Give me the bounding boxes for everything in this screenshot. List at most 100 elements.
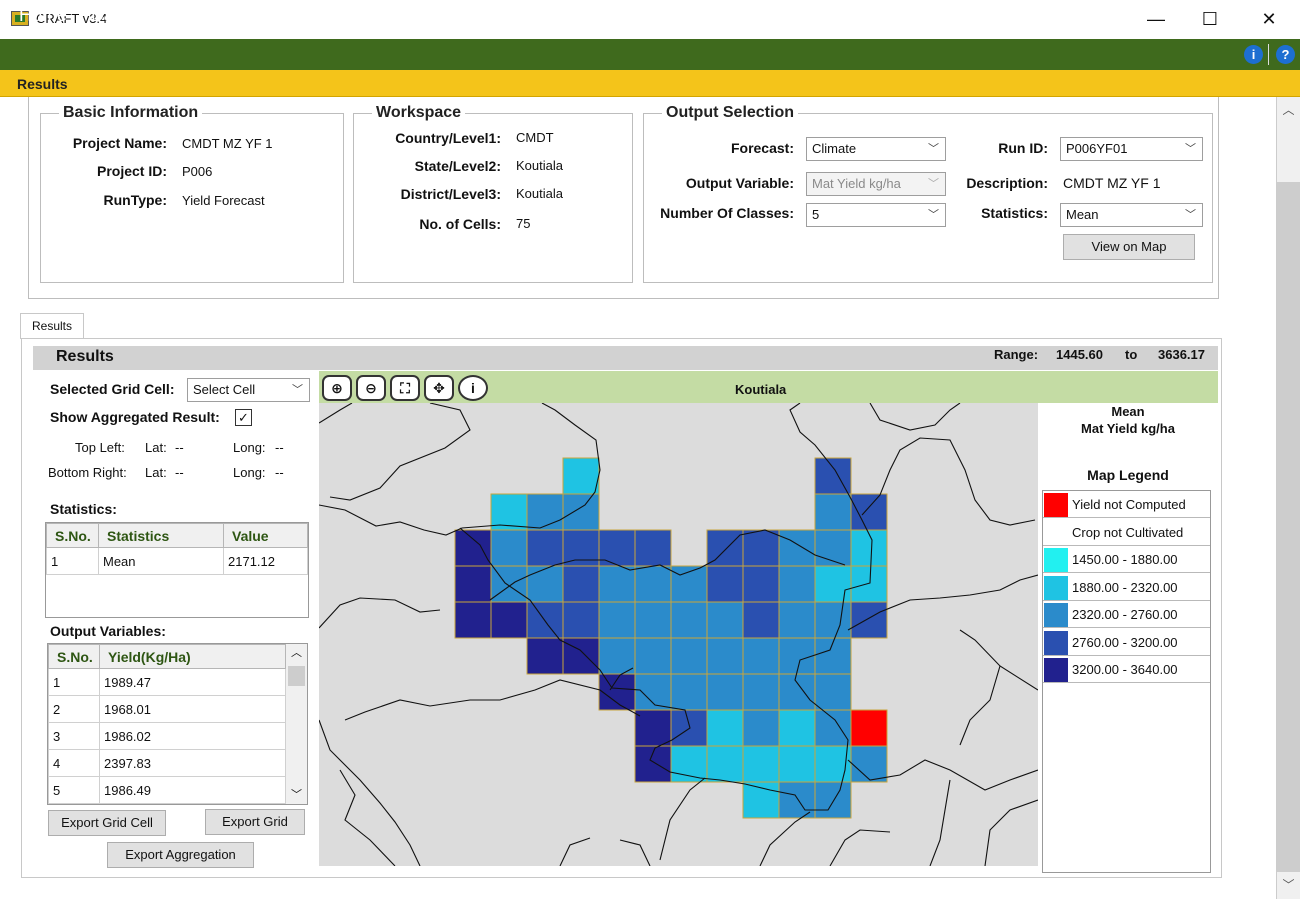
pan-icon[interactable]: ✥ (424, 375, 454, 401)
close-button[interactable]: ✕ (1240, 0, 1298, 39)
map-cell[interactable] (814, 673, 852, 711)
map-cell[interactable] (850, 529, 888, 567)
map-cell[interactable] (850, 565, 888, 603)
map-cell[interactable] (562, 529, 600, 567)
map-cell[interactable] (814, 781, 852, 819)
menu-results[interactable]: Results (515, 5, 575, 26)
map-cell[interactable] (670, 601, 708, 639)
menu-project[interactable]: Project ▼ (303, 5, 376, 26)
view-on-map-button[interactable]: View on Map (1063, 234, 1195, 260)
map-cell[interactable] (562, 565, 600, 603)
map-canvas[interactable] (319, 403, 1038, 866)
map-cell[interactable] (490, 601, 528, 639)
map-cell[interactable] (742, 745, 780, 783)
map-cell[interactable] (850, 493, 888, 531)
map-cell[interactable] (454, 565, 492, 603)
map-cell[interactable] (706, 565, 744, 603)
map-cell[interactable] (814, 565, 852, 603)
map-cell[interactable] (706, 745, 744, 783)
map-cell[interactable] (454, 601, 492, 639)
map-cell[interactable] (850, 601, 888, 639)
forecast-select[interactable]: Climate ﹀ (806, 137, 946, 161)
map-cell[interactable] (562, 637, 600, 675)
export-grid-button[interactable]: Export Grid (205, 809, 305, 835)
map-cell[interactable] (634, 565, 672, 603)
classes-select[interactable]: 5 ﹀ (806, 203, 946, 227)
map-cell[interactable] (778, 709, 816, 747)
map-cell[interactable] (814, 493, 852, 531)
statistics-select[interactable]: Mean ﹀ (1060, 203, 1203, 227)
map-cell[interactable] (634, 601, 672, 639)
maximize-button[interactable]: ☐ (1181, 0, 1239, 39)
map-cell[interactable] (742, 709, 780, 747)
menu-home[interactable]: Home (19, 5, 67, 26)
map-cell[interactable] (706, 673, 744, 711)
runid-select[interactable]: P006YF01 ﹀ (1060, 137, 1203, 161)
map-cell[interactable] (598, 637, 636, 675)
map-cell[interactable] (598, 529, 636, 567)
map-cell[interactable] (778, 529, 816, 567)
zoom-in-icon[interactable]: ⊕ (322, 375, 352, 401)
tab-results[interactable]: Results (20, 313, 84, 339)
map-cell[interactable] (706, 601, 744, 639)
map-cell[interactable] (706, 637, 744, 675)
table-row[interactable]: 4 2397.83 (48, 749, 286, 777)
map-cell[interactable] (562, 493, 600, 531)
map-cell[interactable] (742, 601, 780, 639)
scroll-up-icon[interactable]: ︿ (1277, 101, 1300, 121)
map-cell[interactable] (634, 529, 672, 567)
table-row[interactable]: 1 Mean 2171.12 (46, 547, 308, 575)
map-cell[interactable] (670, 745, 708, 783)
map-cell[interactable] (490, 493, 528, 531)
scrollbar-thumb[interactable] (288, 666, 305, 686)
table-row[interactable]: 3 1986.02 (48, 722, 286, 750)
map-cell[interactable] (778, 601, 816, 639)
map-cell[interactable] (778, 637, 816, 675)
map-cell[interactable] (634, 637, 672, 675)
map-cell[interactable] (526, 637, 564, 675)
map-cell[interactable] (670, 673, 708, 711)
show-aggregated-checkbox[interactable]: ✓ (235, 409, 252, 426)
map-cell[interactable] (814, 709, 852, 747)
scroll-down-icon[interactable]: ﹀ (286, 786, 307, 804)
map-cell[interactable] (490, 529, 528, 567)
map-cell[interactable] (778, 745, 816, 783)
info-icon[interactable]: i (458, 375, 488, 401)
table-row[interactable]: 1 1989.47 (48, 668, 286, 696)
menu-configuration[interactable]: Configuration ▼ (600, 5, 724, 26)
table-row[interactable]: 2 1968.01 (48, 695, 286, 723)
scroll-down-icon[interactable]: ﹀ (1277, 876, 1300, 896)
map-cell[interactable] (778, 673, 816, 711)
scrollbar-thumb[interactable] (1277, 182, 1300, 872)
export-aggregation-button[interactable]: Export Aggregation (107, 842, 254, 868)
map-cell[interactable] (526, 529, 564, 567)
map-cell[interactable] (598, 565, 636, 603)
menu-simulation[interactable]: Simulation ▼ (394, 5, 495, 26)
map-cell[interactable] (706, 529, 744, 567)
output-variable-select[interactable]: Mat Yield kg/ha ﹀ (806, 172, 946, 196)
map-cell[interactable] (634, 673, 672, 711)
map-cell[interactable] (562, 457, 600, 495)
map-cell[interactable] (670, 709, 708, 747)
map-cell[interactable] (634, 709, 672, 747)
map-cell[interactable] (526, 493, 564, 531)
map-cell[interactable] (742, 637, 780, 675)
menu-data[interactable]: Data ▼ (91, 5, 146, 26)
map-cell[interactable] (850, 745, 888, 783)
table-row[interactable]: 5 1986.49 (48, 776, 286, 804)
map-cell[interactable] (742, 565, 780, 603)
selected-cell-select[interactable]: Select Cell ﹀ (187, 378, 310, 402)
map-cell[interactable] (814, 601, 852, 639)
map-cell[interactable] (742, 529, 780, 567)
map-cell[interactable] (562, 601, 600, 639)
map-cell[interactable] (526, 565, 564, 603)
menu-management[interactable]: Management ▼ (163, 5, 285, 26)
map-cell[interactable] (778, 565, 816, 603)
zoom-out-icon[interactable]: ⊖ (356, 375, 386, 401)
map-cell[interactable] (706, 709, 744, 747)
map-cell[interactable] (742, 673, 780, 711)
info-icon[interactable]: i (1244, 45, 1263, 64)
map-cell[interactable] (670, 637, 708, 675)
scroll-up-icon[interactable]: ︿ (286, 644, 307, 662)
map-cell[interactable] (454, 529, 492, 567)
